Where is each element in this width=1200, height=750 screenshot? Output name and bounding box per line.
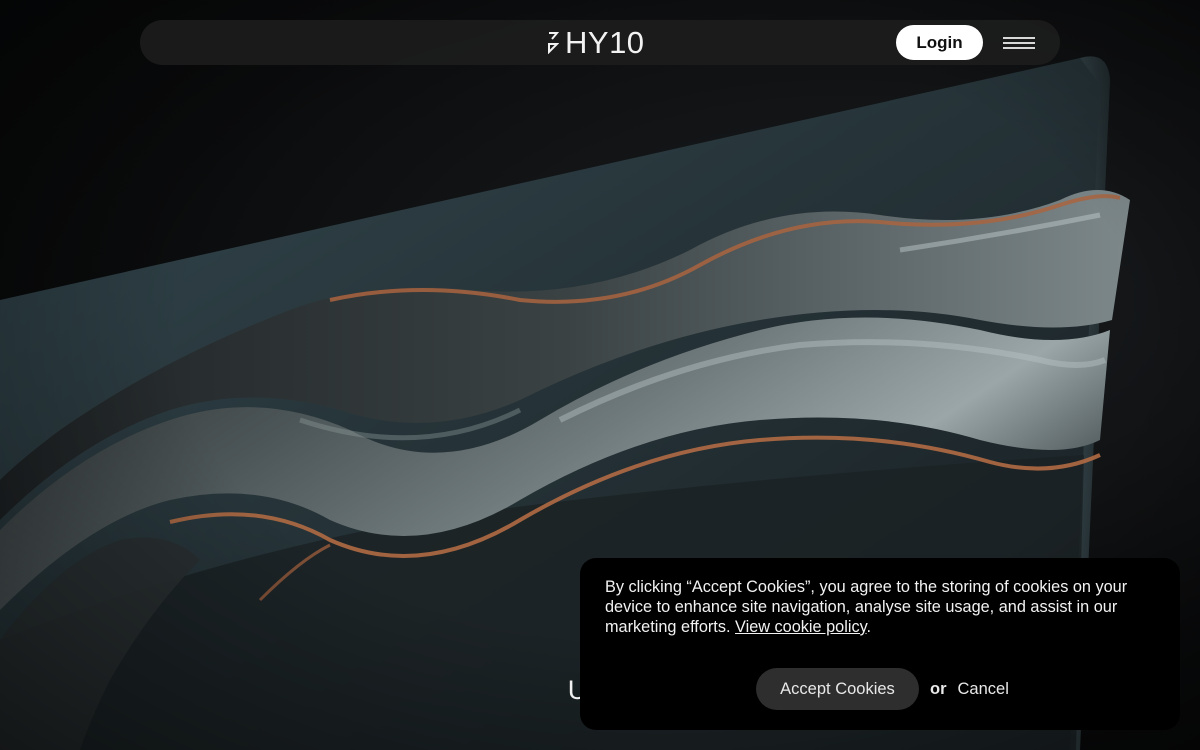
cancel-cookies-button[interactable]: Cancel [958,680,1009,699]
cookie-policy-link[interactable]: View cookie policy [735,618,867,636]
brand-name: HY10 [565,25,645,60]
brand-logo[interactable]: HY10 [548,25,645,60]
top-navbar: HY10 Login [140,20,1060,65]
menu-line [1003,42,1035,44]
accept-cookies-button[interactable]: Accept Cookies [756,668,919,710]
cookie-actions: Accept Cookies or Cancel [756,668,1009,710]
cookie-message-period: . [866,618,872,636]
or-separator: or [930,679,947,698]
menu-line [1003,37,1035,39]
cookie-message: By clicking “Accept Cookies”, you agree … [605,577,1155,637]
menu-line [1003,47,1035,49]
hy10-logo-mark-icon [548,32,559,54]
hamburger-menu-icon[interactable] [1000,32,1038,54]
cookie-consent-banner: By clicking “Accept Cookies”, you agree … [580,558,1180,730]
login-button[interactable]: Login [896,25,983,60]
page: HY10 Login Unl Unde By clicking “Accept … [0,0,1200,750]
